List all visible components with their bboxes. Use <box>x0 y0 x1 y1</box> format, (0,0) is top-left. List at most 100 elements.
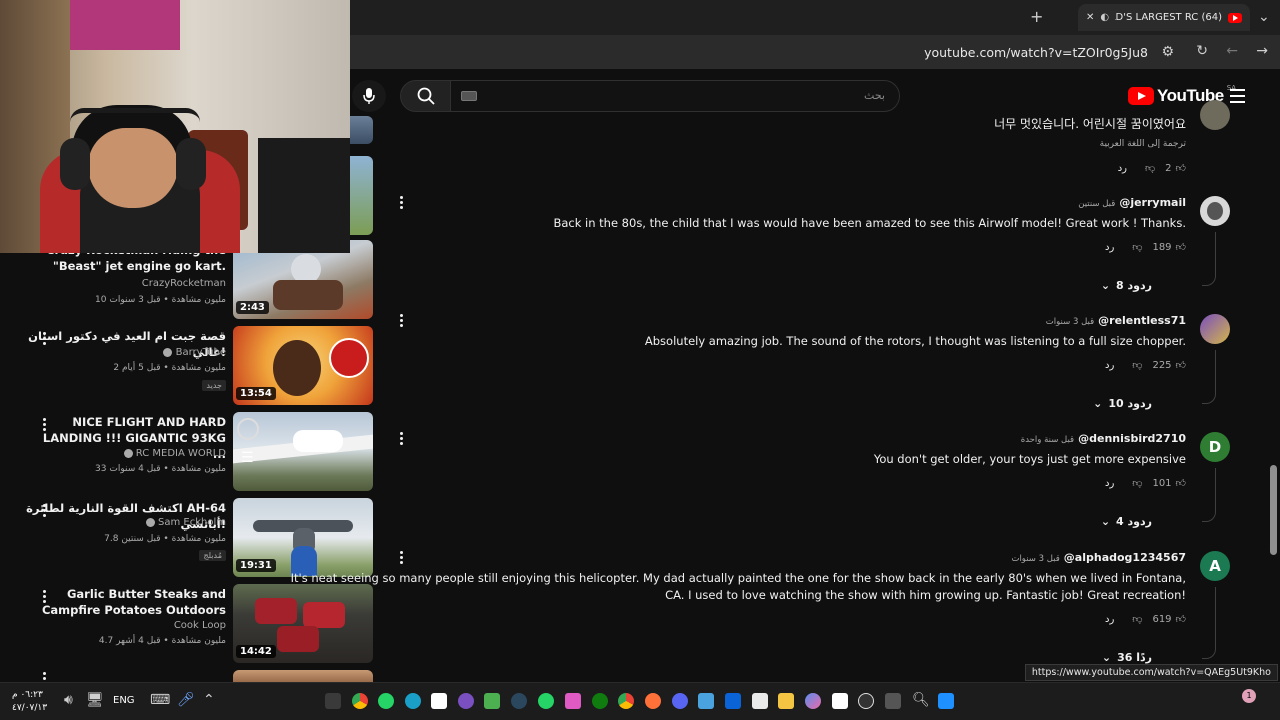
list-item[interactable]: 14:42 Garlic Butter Steaks and Campfire … <box>0 584 380 666</box>
like-button[interactable]: 101 👍︎ <box>1152 477 1186 490</box>
tray-overflow-icon[interactable]: ⌃ <box>203 693 215 707</box>
language-indicator[interactable]: ENG <box>113 695 135 706</box>
audio-icon[interactable]: ◐ <box>1100 12 1109 23</box>
like-button[interactable]: 2 👍︎ <box>1165 162 1186 175</box>
tab-list-icon[interactable]: ⌄ <box>1258 10 1270 24</box>
comment-time[interactable]: قبل 3 سنوات <box>1046 317 1094 327</box>
taskbar-clock[interactable]: ٠٦:٢٣ م ٤٧/٠٧/١٣ <box>12 689 47 715</box>
taskbar-search-icon[interactable]: 🔍︎ <box>912 693 930 707</box>
capcut-icon[interactable] <box>431 693 447 709</box>
like-button[interactable]: 619 👍︎ <box>1152 613 1186 626</box>
like-button[interactable]: 225 👍︎ <box>1152 359 1186 372</box>
reply-button[interactable]: رد <box>1105 478 1114 489</box>
avatar[interactable] <box>1200 100 1230 130</box>
view-replies-button[interactable]: ⌄ 36 ردًا <box>1102 651 1152 664</box>
volume-icon[interactable]: 🔊︎ <box>64 693 73 707</box>
menu-icon[interactable] <box>1230 89 1245 107</box>
thumb-partial-2[interactable] <box>350 156 373 235</box>
list-item[interactable]: ☰ NICE FLIGHT AND HARD LANDING !!! GIGAN… <box>0 412 380 494</box>
list-item[interactable]: 13:54 قصة جبت ام العيد في دكتور اسنان غا… <box>0 326 380 408</box>
whatsapp-business-icon[interactable] <box>538 693 554 709</box>
capcut-2-icon[interactable] <box>832 693 848 709</box>
edge-icon[interactable] <box>405 693 421 709</box>
comment-time[interactable]: قبل سنة واحدة <box>1021 435 1074 445</box>
translate-link[interactable]: ترجمة إلى اللغة العربية <box>1100 139 1186 149</box>
keyboard-layout-icon[interactable]: ⌨ <box>150 693 170 707</box>
obs-icon[interactable] <box>458 693 474 709</box>
comment-author[interactable]: @alphadog1234567 <box>1064 551 1186 564</box>
scrollbar-thumb[interactable] <box>1270 465 1277 555</box>
remote-desktop-icon[interactable] <box>698 693 714 709</box>
avatar[interactable]: D <box>1200 432 1230 462</box>
view-replies-button[interactable]: ⌄ 10 ردود <box>1093 397 1152 410</box>
file-explorer-icon[interactable] <box>778 693 794 709</box>
reply-button[interactable]: رد <box>1105 242 1114 253</box>
new-tab-icon[interactable]: + <box>1030 9 1043 25</box>
reply-button[interactable]: رد <box>1105 360 1114 371</box>
task-view-icon[interactable] <box>885 693 901 709</box>
notification-badge[interactable]: 1 <box>1242 689 1256 703</box>
app-pink-icon[interactable] <box>565 693 581 709</box>
chatgpt-icon[interactable] <box>858 693 874 709</box>
channel-name[interactable]: Sam Eckholm <box>144 517 226 528</box>
close-tab-icon[interactable]: ✕ <box>1086 12 1094 23</box>
comment-more-icon[interactable] <box>400 314 403 327</box>
comment-time[interactable]: قبل 3 سنوات <box>1011 554 1059 564</box>
whatsapp-icon[interactable] <box>378 693 394 709</box>
comment-author[interactable]: @relentless71 <box>1098 314 1186 327</box>
dislike-icon[interactable]: 👎︎ <box>1132 613 1142 625</box>
store-icon[interactable] <box>752 693 768 709</box>
chrome-2-icon[interactable] <box>618 693 634 709</box>
pen-app-icon[interactable] <box>325 693 341 709</box>
avatar[interactable]: A <box>1200 551 1230 581</box>
avatar[interactable] <box>1200 196 1230 226</box>
network-icon[interactable]: 🖥︎ <box>86 693 104 707</box>
dislike-icon[interactable]: 👎︎ <box>1145 162 1155 174</box>
back-icon[interactable]: → <box>1256 44 1268 58</box>
steam-icon[interactable] <box>511 693 527 709</box>
watch-later-icon[interactable] <box>237 418 259 440</box>
voice-search-button[interactable] <box>352 80 386 112</box>
avatar[interactable] <box>1200 314 1230 344</box>
outlook-icon[interactable] <box>725 693 741 709</box>
list-item[interactable]: 19:31 اكتشف القوة النارية لطائرة AH-64 أ… <box>0 498 380 580</box>
queue-icon[interactable]: ☰ <box>241 450 254 466</box>
thumb-partial-bottom[interactable] <box>233 670 373 682</box>
video-thumbnail[interactable]: ☰ <box>233 412 373 491</box>
thumb-partial[interactable] <box>350 116 373 144</box>
copilot-icon[interactable] <box>805 693 821 709</box>
more-actions-icon[interactable] <box>40 672 48 680</box>
discord-icon[interactable] <box>672 693 688 709</box>
video-title[interactable]: Garlic Butter Steaks and Campfire Potato… <box>26 586 226 618</box>
xbox-icon[interactable] <box>592 693 608 709</box>
url-field[interactable]: youtube.com/watch?v=tZOIr0g5Ju8 <box>924 45 1148 60</box>
dislike-icon[interactable]: 👎︎ <box>1132 477 1142 489</box>
dislike-icon[interactable]: 👎︎ <box>1132 241 1142 253</box>
comment-author[interactable]: @jerrymail <box>1119 196 1186 209</box>
reply-button[interactable]: رد <box>1105 614 1114 625</box>
microphone-tray-icon[interactable]: 🎤︎ <box>177 693 195 707</box>
dislike-icon[interactable]: 👎︎ <box>1132 359 1142 371</box>
chrome-icon[interactable] <box>352 693 368 709</box>
comment-more-icon[interactable] <box>400 432 403 445</box>
comment-more-icon[interactable] <box>400 196 403 209</box>
view-replies-button[interactable]: ⌄ 4 ردود <box>1101 515 1152 528</box>
forward-icon[interactable]: ← <box>1226 44 1238 58</box>
xbox-game-icon[interactable] <box>484 693 500 709</box>
like-button[interactable]: 189 👍︎ <box>1152 241 1186 254</box>
site-settings-icon[interactable]: ⚙ <box>1161 45 1174 59</box>
comment-author[interactable]: @dennisbird2710 <box>1078 432 1186 445</box>
channel-name[interactable]: Cook Loop <box>174 620 226 631</box>
page-scrollbar[interactable] <box>1268 70 1280 682</box>
reply-button[interactable]: رد <box>1118 163 1127 174</box>
comment-time[interactable]: قبل سنتين <box>1078 199 1115 209</box>
comment-more-icon[interactable] <box>400 551 403 564</box>
channel-name[interactable]: BarryTube <box>161 347 226 358</box>
channel-name[interactable]: CrazyRocketman <box>142 278 226 289</box>
view-replies-button[interactable]: ⌄ 8 ردود <box>1101 279 1152 292</box>
channel-name[interactable]: RC MEDIA WORLD <box>122 448 226 459</box>
reload-icon[interactable]: ↻ <box>1196 44 1208 58</box>
firefox-icon[interactable] <box>645 693 661 709</box>
tab-youtube[interactable]: ✕ ◐ (64) WORLD'S LARGEST RC <box>1078 4 1250 31</box>
windows-start-icon[interactable] <box>938 693 954 709</box>
